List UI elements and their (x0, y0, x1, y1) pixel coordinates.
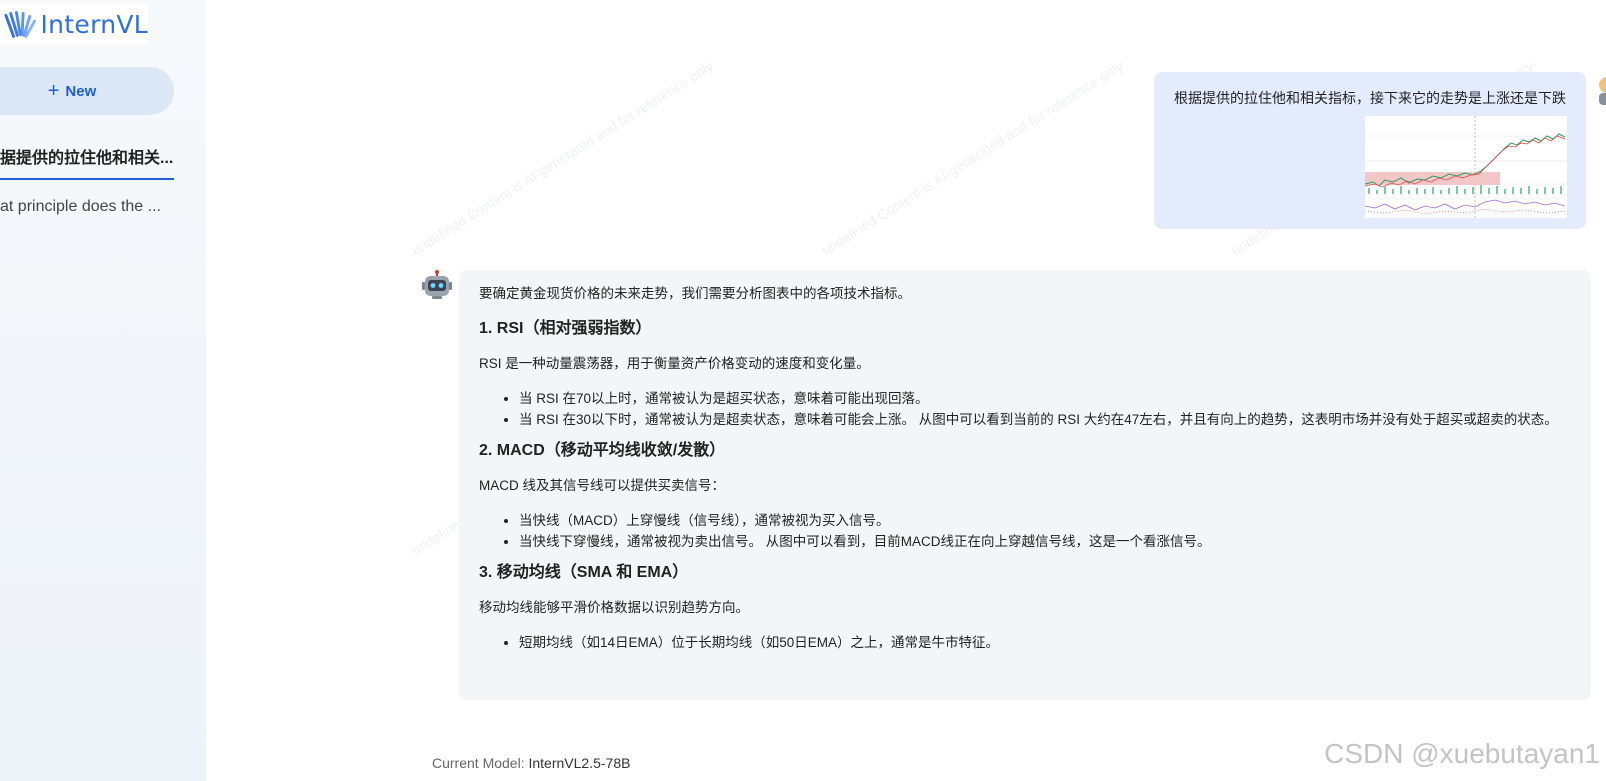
section-heading: 1. RSI（相对强弱指数） (479, 320, 652, 337)
internvl-logo-icon (4, 11, 37, 38)
bullet-list: 当快线（MACD）上穿慢线（信号线），通常被视为买入信号。 当快线下穿慢线，通常… (479, 510, 1571, 552)
section-heading: 3. 移动均线（SMA 和 EMA） (479, 564, 689, 581)
ai-watermark: undefined Content is AI-generated and fo… (818, 57, 1127, 259)
list-item: 当快线下穿慢线，通常被视为卖出信号。 从图中可以看到，目前MACD线正在向上穿越… (519, 531, 1571, 552)
plus-icon: + (47, 80, 60, 102)
conversation-item-active[interactable]: 据提供的拉住他和相关... (0, 140, 174, 180)
bullet-list: 短期均线（如14日EMA）位于长期均线（如50日EMA）之上，通常是牛市特征。 (479, 632, 1571, 653)
conversation-item[interactable]: at principle does the ... (0, 188, 174, 226)
csdn-watermark: CSDN @xuebutayan1 (1324, 738, 1600, 769)
user-message-bubble: 根据提供的拉住他和相关指标，接下来它的走势是上涨还是下跌 (1154, 72, 1586, 229)
current-model-indicator: Current Model: InternVL2.5-78B (432, 755, 630, 771)
section-desc: MACD 线及其信号线可以提供买卖信号： (479, 478, 725, 493)
sidebar: InternVL + New 据提供的拉住他和相关... at principl… (0, 0, 206, 781)
user-message-text: 根据提供的拉住他和相关指标，接下来它的走势是上涨还是下跌 (1174, 90, 1566, 106)
chat-main: undefined Content is AI-generated and fo… (206, 0, 1606, 781)
model-name: InternVL2.5-78B (528, 755, 631, 771)
section-desc: 移动均线能够平滑价格数据以识别趋势方向。 (479, 600, 749, 615)
section-heading: 2. MACD（移动平均线收敛/发散） (479, 442, 726, 459)
candlestick-chart-thumbnail (1364, 116, 1567, 218)
brand-name: InternVL (40, 9, 148, 39)
new-chat-label: New (65, 82, 97, 100)
list-item: 当快线（MACD）上穿慢线（信号线），通常被视为买入信号。 (519, 510, 1571, 531)
attached-chart-image[interactable] (1364, 116, 1567, 218)
assistant-message-content: 要确定黄金现货价格的未来走势，我们需要分析图表中的各项技术指标。 1. RSI（… (459, 270, 1591, 653)
assistant-intro: 要确定黄金现货价格的未来走势，我们需要分析图表中的各项技术指标。 (479, 286, 911, 301)
brand-logo[interactable]: InternVL (0, 4, 148, 44)
app-window: InternVL + New 据提供的拉住他和相关... at principl… (0, 0, 1606, 781)
bullet-list: 当 RSI 在70以上时，通常被认为是超买状态，意味着可能出现回落。 当 RSI… (479, 388, 1571, 430)
section-desc: RSI 是一种动量震荡器，用于衡量资产价格变动的速度和变化量。 (479, 356, 870, 371)
new-chat-button[interactable]: + New (0, 67, 174, 115)
assistant-message-bubble: 要确定黄金现货价格的未来走势，我们需要分析图表中的各项技术指标。 1. RSI（… (459, 270, 1591, 700)
list-item: 当 RSI 在70以上时，通常被认为是超买状态，意味着可能出现回落。 (519, 388, 1571, 409)
robot-avatar-icon (422, 270, 452, 299)
user-avatar-icon (1599, 77, 1606, 105)
model-label: Current Model: (432, 755, 525, 771)
list-item: 短期均线（如14日EMA）位于长期均线（如50日EMA）之上，通常是牛市特征。 (519, 632, 1571, 653)
list-item: 当 RSI 在30以下时，通常被认为是超卖状态，意味着可能会上涨。 从图中可以看… (519, 409, 1571, 430)
ai-watermark: undefined Content is AI-generated and fo… (408, 57, 717, 259)
